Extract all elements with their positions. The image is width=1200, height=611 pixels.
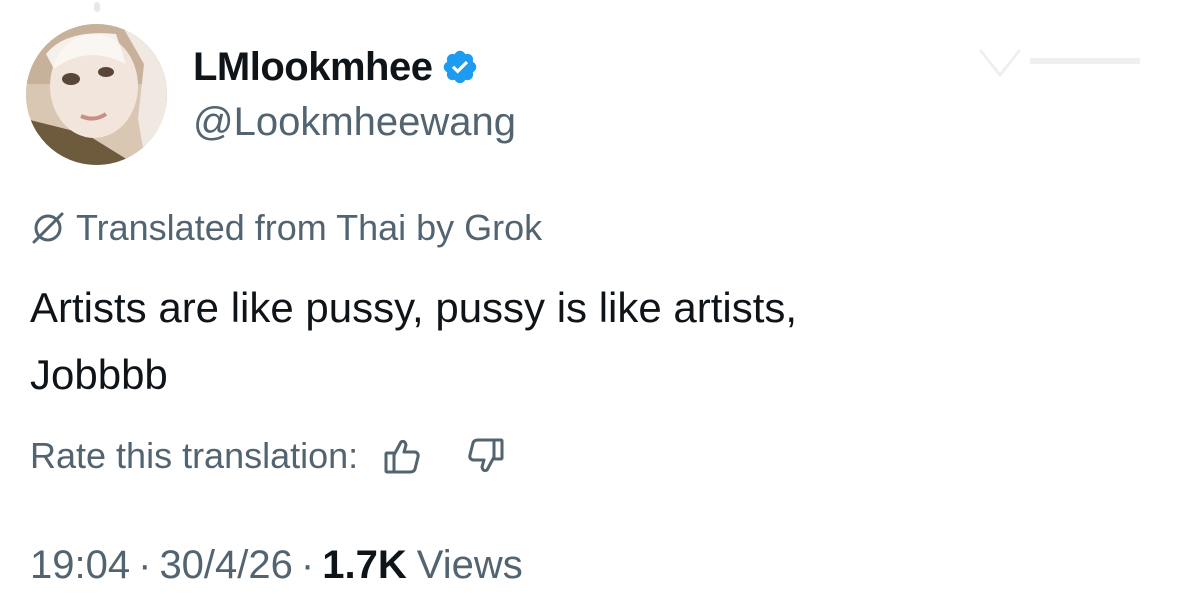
rate-translation-label: Rate this translation: — [30, 435, 359, 476]
separator: · — [138, 543, 152, 587]
display-name[interactable]: LMlookmhee — [193, 45, 433, 90]
post-date[interactable]: 30/4/26 — [159, 543, 292, 587]
author-block: LMlookmhee @Lookmheewang — [193, 42, 516, 145]
thumbs-up-button[interactable] — [380, 434, 424, 478]
name-row: LMlookmhee — [193, 42, 516, 92]
scroll-indicator — [94, 2, 100, 12]
thumbs-up-icon — [384, 439, 420, 474]
user-handle[interactable]: @Lookmheewang — [193, 100, 516, 145]
tweet-text-line: Artists are like pussy, pussy is like ar… — [30, 284, 798, 331]
translation-notice: Translated from Thai by Grok — [30, 207, 542, 249]
avatar-photo-icon — [26, 24, 167, 165]
tweet-text: Artists are like pussy, pussy is like ar… — [30, 274, 1150, 408]
separator: · — [300, 543, 315, 587]
thumbs-down-icon — [468, 438, 504, 473]
verified-badge-icon[interactable] — [441, 48, 479, 86]
thumbs-down-button[interactable] — [464, 434, 508, 478]
tweet-meta: 19:04 · 30/4/26 · 1.7K Views — [30, 543, 523, 588]
tweet-card: LMlookmhee @Lookmheewang Translated from… — [0, 0, 1200, 611]
views-count[interactable]: 1.7K — [322, 543, 407, 587]
tweet-text-line: Jobbbb — [30, 351, 168, 398]
watermark-logo-icon — [978, 49, 1140, 78]
views-label[interactable]: Views — [417, 543, 523, 587]
rate-translation: Rate this translation: — [30, 434, 508, 478]
grok-icon — [32, 212, 64, 244]
avatar[interactable] — [26, 24, 167, 165]
translation-notice-text: Translated from Thai by Grok — [76, 207, 543, 248]
post-time[interactable]: 19:04 — [30, 543, 130, 587]
